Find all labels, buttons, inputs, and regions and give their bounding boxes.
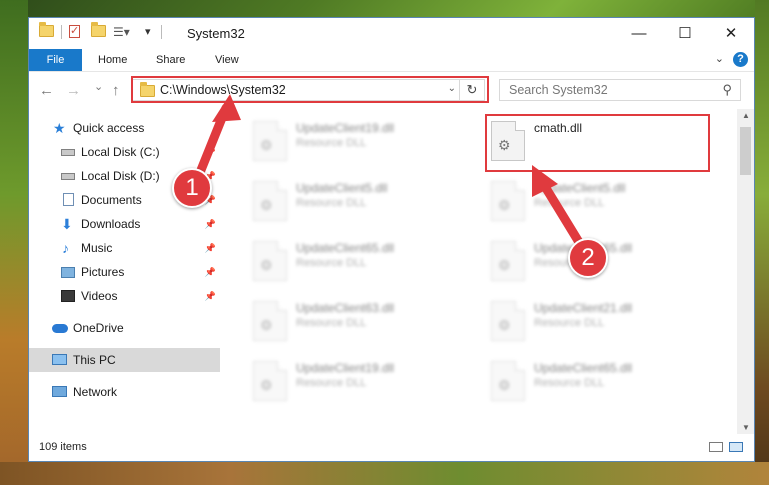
arrow-1 — [192, 94, 241, 185]
arrow-2 — [532, 165, 590, 257]
step-1-badge: 1 — [172, 168, 212, 208]
tutorial-arrows — [192, 94, 590, 257]
step-2-badge: 2 — [568, 238, 608, 278]
